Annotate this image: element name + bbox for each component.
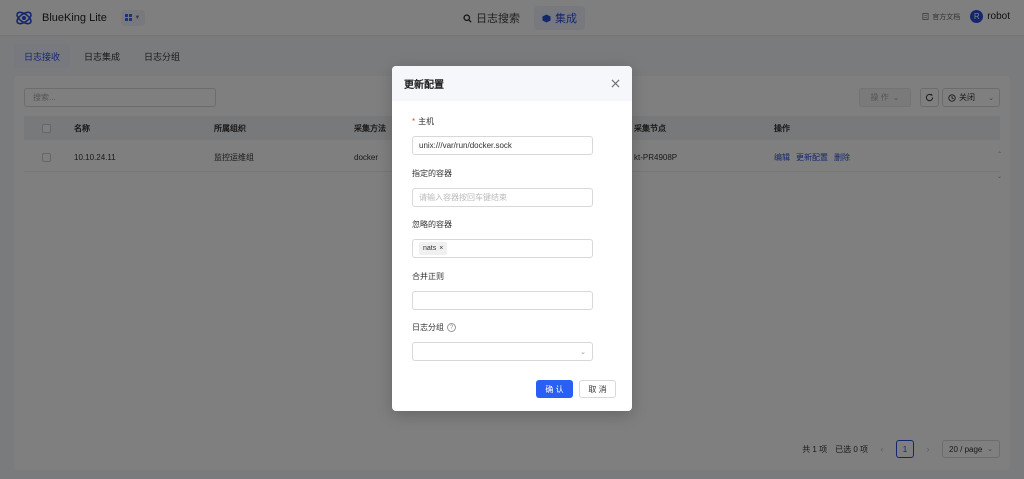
tag-chip: nats ×: [419, 242, 448, 255]
host-label-text: 主机: [418, 117, 435, 126]
update-config-modal: 更新配置 * 主机 unix:///var/run/docker.sock 指定…: [392, 66, 632, 411]
ignore-containers-field: 忽略的容器 nats ×: [412, 219, 593, 258]
required-mark: *: [412, 117, 416, 126]
modal-header: 更新配置: [392, 66, 632, 101]
ignore-containers-label: 忽略的容器: [412, 220, 452, 229]
containers-field: 指定的容器 请输入容器按回车键结束: [412, 168, 593, 207]
merge-regex-label: 合并正则: [412, 272, 444, 281]
ignore-containers-input[interactable]: nats ×: [412, 239, 593, 258]
chevron-down-icon: ⌄: [580, 348, 586, 356]
containers-label: 指定的容器: [412, 169, 452, 178]
tag-label: nats: [423, 245, 437, 252]
host-label: * 主机: [412, 116, 593, 127]
confirm-button[interactable]: 确 认: [536, 380, 573, 398]
modal-title: 更新配置: [404, 80, 444, 91]
log-group-select[interactable]: ⌄: [412, 342, 593, 361]
log-group-label: 日志分组 ?: [412, 322, 593, 333]
merge-regex-field: 合并正则: [412, 271, 593, 310]
log-group-label-text: 日志分组: [412, 323, 444, 332]
modal-close-button[interactable]: [608, 76, 622, 90]
log-group-field: 日志分组 ? ⌄: [412, 322, 593, 361]
help-icon[interactable]: ?: [447, 323, 456, 332]
close-icon: [611, 79, 619, 87]
cancel-button[interactable]: 取 消: [579, 380, 616, 398]
containers-input[interactable]: 请输入容器按回车键结束: [412, 188, 593, 207]
merge-regex-input[interactable]: [412, 291, 593, 310]
host-field: * 主机 unix:///var/run/docker.sock: [412, 116, 593, 155]
host-input[interactable]: unix:///var/run/docker.sock: [412, 136, 593, 155]
tag-remove-icon[interactable]: ×: [439, 245, 443, 252]
